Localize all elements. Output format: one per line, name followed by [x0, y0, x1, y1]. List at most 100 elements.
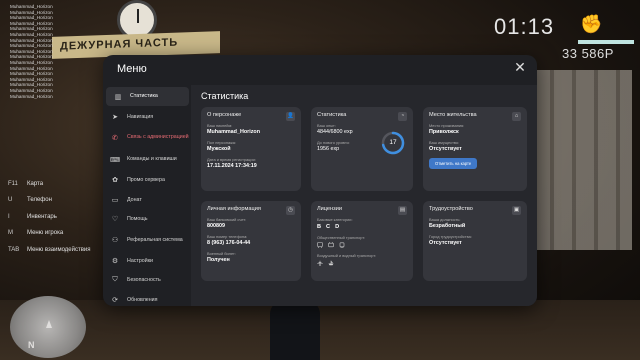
- residence-card: Место жительства ⌂ Место проживания: При…: [423, 107, 527, 191]
- property-label: Ваш имущество:: [429, 140, 460, 145]
- sidebar-item-settings[interactable]: ⚙ Настройки: [103, 251, 191, 271]
- sidebar-item-label: Безопасность: [127, 277, 161, 284]
- personal-info-card: Личная информация ◷ Ваш банковский счет:…: [201, 201, 301, 281]
- card-title: О персонаже: [207, 112, 242, 118]
- military-value: Получен: [207, 257, 230, 263]
- property-value: Отсутствует: [429, 146, 462, 152]
- hotkey-key: TAB: [8, 246, 20, 253]
- employment-card: Трудоустройство ▣ Ваша должность: Безраб…: [423, 201, 527, 281]
- sidebar-item-label: Помощь: [127, 216, 148, 223]
- health-bar: [578, 40, 634, 44]
- fist-weapon-icon: ✊: [580, 14, 603, 34]
- license-category: D: [335, 224, 340, 230]
- game-time: 01:13: [494, 14, 555, 39]
- hotkey-label: Меню взаимодействия: [27, 246, 91, 253]
- place-value: Приволжск: [429, 129, 459, 135]
- reg-label: Дата и время регистрации:: [207, 157, 256, 162]
- section-title: Статистика: [201, 91, 249, 101]
- floor: [0, 300, 640, 360]
- job-value: Безработный: [429, 223, 466, 229]
- close-icon: ✕: [514, 59, 526, 75]
- license-category: B: [317, 224, 322, 230]
- card-title: Место жительства: [429, 112, 477, 118]
- tram-icon: [339, 242, 345, 248]
- close-button[interactable]: ✕: [513, 59, 527, 75]
- account-value: 800809: [207, 223, 225, 229]
- home-icon: ⌂: [512, 112, 521, 121]
- hotkey-row: I Инвентарь: [8, 209, 91, 225]
- main-menu-modal: Меню ✕ ▥ Статистика ➤ Навигация ✆ Связь с адм…: [103, 55, 537, 306]
- hotkey-key: I: [8, 213, 10, 220]
- donate-icon: ▭: [111, 196, 119, 204]
- statistics-card: Статистика ◔ Ваш опыт: 4844/6800 exp До …: [311, 107, 413, 191]
- card-title: Трудоустройство: [429, 206, 473, 212]
- sidebar-item-donate[interactable]: ▭ Донат: [103, 190, 191, 210]
- sidebar-item-stats[interactable]: ▥ Статистика: [106, 87, 189, 106]
- nick-label: Ваш никнейм:: [207, 123, 233, 128]
- air-water-transport-icons: [317, 260, 407, 266]
- hotkey-row: TAB Меню взаимодействия: [8, 242, 91, 258]
- account-label: Ваш банковский счет:: [207, 217, 247, 222]
- settings-icon: ⚙: [111, 257, 119, 265]
- public-transport-label: Общественный транспорт:: [317, 235, 366, 240]
- player-arrow-icon: [46, 320, 52, 328]
- license-category: C: [326, 224, 331, 230]
- boat-icon: [328, 260, 334, 266]
- sidebar-item-help[interactable]: ♡ Помощь: [103, 210, 191, 230]
- sidebar-item-support[interactable]: ✆ Связь с администрацией: [103, 127, 191, 149]
- sidebar-item-label: Настройки: [127, 257, 153, 264]
- base-categories-label: Базовые категории:: [317, 217, 353, 222]
- info-icon: ◷: [286, 206, 295, 215]
- sidebar-item-label: Донат: [127, 196, 142, 203]
- sidebar-item-label: Обновления: [127, 296, 158, 303]
- card-title: Лицензии: [317, 206, 342, 212]
- stats-content: Статистика О персонаже 👤 Ваш никнейм: Mu…: [191, 85, 537, 306]
- chat-log: Muhammad_Horizon Muhammad_Horizon Muhammad…: [10, 4, 70, 99]
- chat-line: Muhammad_Horizon: [10, 93, 53, 99]
- north-indicator: N: [28, 340, 35, 350]
- military-label: Военный билет:: [207, 251, 236, 256]
- plane-icon: [317, 260, 323, 266]
- sidebar-item-updates[interactable]: ⟳ Обновления: [103, 290, 191, 306]
- sidebar-item-label: Реферальная система: [127, 236, 183, 243]
- org-value: Отсутствует: [429, 240, 462, 246]
- hotkey-key: M: [8, 230, 13, 237]
- card-title: Статистика: [317, 112, 347, 118]
- job-label: Ваша должность:: [429, 217, 461, 222]
- hotkey-label: Карта: [27, 181, 44, 187]
- trolleybus-icon: [328, 242, 334, 248]
- org-label: Город трудоустройства:: [429, 234, 472, 239]
- place-label: Место проживания:: [429, 123, 465, 128]
- sidebar-item-label: Связь с администрацией: [127, 134, 189, 141]
- gender-value: Мужской: [207, 146, 231, 152]
- sidebar-item-label: Команды и клавиши: [127, 156, 177, 163]
- hotkey-row: M Меню игрока: [8, 225, 91, 241]
- money-display: 33 586Р: [562, 46, 614, 61]
- sidebar-item-promo[interactable]: ✿ Промо сервера: [103, 171, 191, 191]
- chart-icon: ◔: [398, 112, 407, 121]
- gender-label: Пол персонажа:: [207, 140, 236, 145]
- hotkey-label: Инвентарь: [27, 213, 57, 220]
- exp-label: Ваш опыт:: [317, 123, 336, 128]
- about-character-card: О персонаже 👤 Ваш никнейм: Muhammad_Hori…: [201, 107, 301, 191]
- sidebar-item-navigation[interactable]: ➤ Навигация: [103, 107, 191, 127]
- modal-title: Меню: [117, 63, 147, 75]
- mark-on-map-button[interactable]: Отметить на карте: [429, 158, 478, 169]
- nick-value: Muhammad_Horizon: [207, 129, 261, 135]
- sidebar-nav: ▥ Статистика ➤ Навигация ✆ Связь с администра…: [103, 85, 191, 306]
- stats-icon: ▥: [114, 93, 122, 101]
- sidebar-item-keyboard[interactable]: ⌨ Команды и клавиши: [103, 149, 191, 171]
- sidebar-item-security[interactable]: ⛉ Безопасность: [103, 271, 191, 291]
- sidebar-item-label: Статистика: [130, 93, 158, 100]
- referral-icon: ⚇: [111, 237, 119, 244]
- phone-label: Ваш номер телефона:: [207, 234, 248, 239]
- hotkey-label: Телефон: [27, 197, 52, 204]
- sidebar-item-referral[interactable]: ⚇ Реферальная система: [103, 229, 191, 251]
- license-icon: ▤: [398, 206, 407, 215]
- hotkey-key: F11: [8, 181, 18, 187]
- sidebar-item-label: Навигация: [127, 113, 154, 120]
- hotkey-row: U Телефон: [8, 192, 91, 208]
- player-character: [270, 300, 320, 360]
- promo-icon: ✿: [112, 177, 118, 185]
- minimap: N: [10, 296, 86, 358]
